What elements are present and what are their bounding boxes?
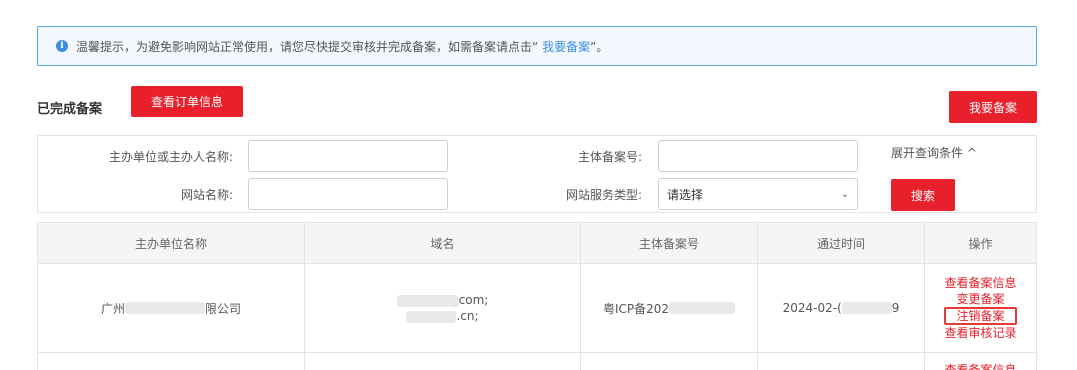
table-header: 主办单位名称 域名 主体备案号 通过时间 操作: [38, 223, 1037, 264]
redacted-mask: [841, 302, 892, 314]
chevron-down-icon: ⌄: [840, 188, 849, 200]
date-suffix: 9: [891, 301, 900, 315]
service-type-value: 请选择: [667, 187, 704, 202]
record-no-cell: 粤ICP备202: [581, 264, 758, 353]
service-type-label: 网站服务类型:: [565, 188, 642, 202]
records-table: 主办单位名称 域名 主体备案号 通过时间 操作 广州 限公司 com; .cn;…: [37, 222, 1037, 370]
section-title: 已完成备案: [37, 102, 103, 117]
cancel-record-link[interactable]: 注销备案: [944, 307, 1017, 325]
company-prefix: 广州: [100, 301, 125, 316]
domain-1: com;: [458, 293, 489, 307]
actions-cell: 查看备案信息 变更备案 注销备案 查看审核记录: [925, 264, 1037, 353]
register-button[interactable]: 我要备案: [949, 91, 1037, 123]
view-record-link[interactable]: 查看备案信息: [944, 275, 1016, 291]
expand-toggle[interactable]: 展开查询条件 ^: [891, 144, 977, 161]
notice-text: 温馨提示，为避免影响网站正常使用，请您尽快提交审核并完成备案，如需备案请点击“ …: [76, 38, 608, 55]
site-name-label: 网站名称:: [180, 188, 233, 202]
redacted-mask: [125, 302, 205, 314]
view-record-link[interactable]: 查看备案信息: [944, 361, 1016, 370]
redacted-mask: [406, 310, 457, 323]
company-cell: 广州 限公司: [38, 264, 305, 353]
redacted-mask: [396, 294, 459, 307]
company-cell: [38, 353, 305, 370]
service-type-select[interactable]: 请选择 ⌄: [658, 178, 858, 210]
record-no-label: 主体备案号:: [577, 150, 642, 164]
company-suffix: 限公司: [205, 301, 242, 316]
header-approved-time: 通过时间: [758, 223, 925, 264]
record-no-input[interactable]: [658, 140, 858, 172]
actions-cell: 查看备案信息: [925, 353, 1037, 370]
register-link[interactable]: 我要备案: [542, 40, 590, 54]
header-domain: 域名: [305, 223, 581, 264]
record-no-cell: [581, 353, 758, 370]
redacted-mask: [669, 302, 736, 314]
domain-cell: com; .cn;: [305, 264, 581, 353]
info-icon: i: [56, 40, 68, 52]
table-row: 广州 限公司 com; .cn; 粤ICP备202 2024-02-( 9 查看…: [38, 264, 1037, 353]
header-record-no: 主体备案号: [581, 223, 758, 264]
domain-cell: [305, 353, 581, 370]
sponsor-input[interactable]: [248, 140, 448, 172]
notice-banner: i 温馨提示，为避免影响网站正常使用，请您尽快提交审核并完成备案，如需备案请点击…: [37, 26, 1037, 66]
view-order-button[interactable]: 查看订单信息: [131, 86, 243, 117]
search-panel: 主办单位或主办人名称: 主体备案号: 展开查询条件 ^ 网站名称: 网站服务类型…: [37, 135, 1037, 213]
table-row: 查看备案信息: [38, 353, 1037, 370]
header-sponsor: 主办单位名称: [38, 223, 305, 264]
search-button[interactable]: 搜索: [891, 179, 955, 211]
quote-close: ”。: [590, 39, 609, 54]
record-prefix: 粤ICP备202: [602, 301, 670, 316]
site-name-input[interactable]: [248, 178, 448, 210]
quote-open: “: [532, 39, 539, 54]
sponsor-label: 主办单位或主办人名称:: [108, 150, 233, 164]
approved-time-cell: [758, 353, 925, 370]
view-audit-link[interactable]: 查看审核记录: [944, 325, 1016, 341]
change-record-link[interactable]: 变更备案: [956, 291, 1004, 307]
domain-2: .cn;: [456, 309, 479, 323]
header-actions: 操作: [925, 223, 1037, 264]
notice-message: 温馨提示，为避免影响网站正常使用，请您尽快提交审核并完成备案，如需备案请点击: [76, 39, 533, 54]
approved-time-cell: 2024-02-( 9: [758, 264, 925, 353]
date-prefix: 2024-02-(: [782, 301, 842, 315]
